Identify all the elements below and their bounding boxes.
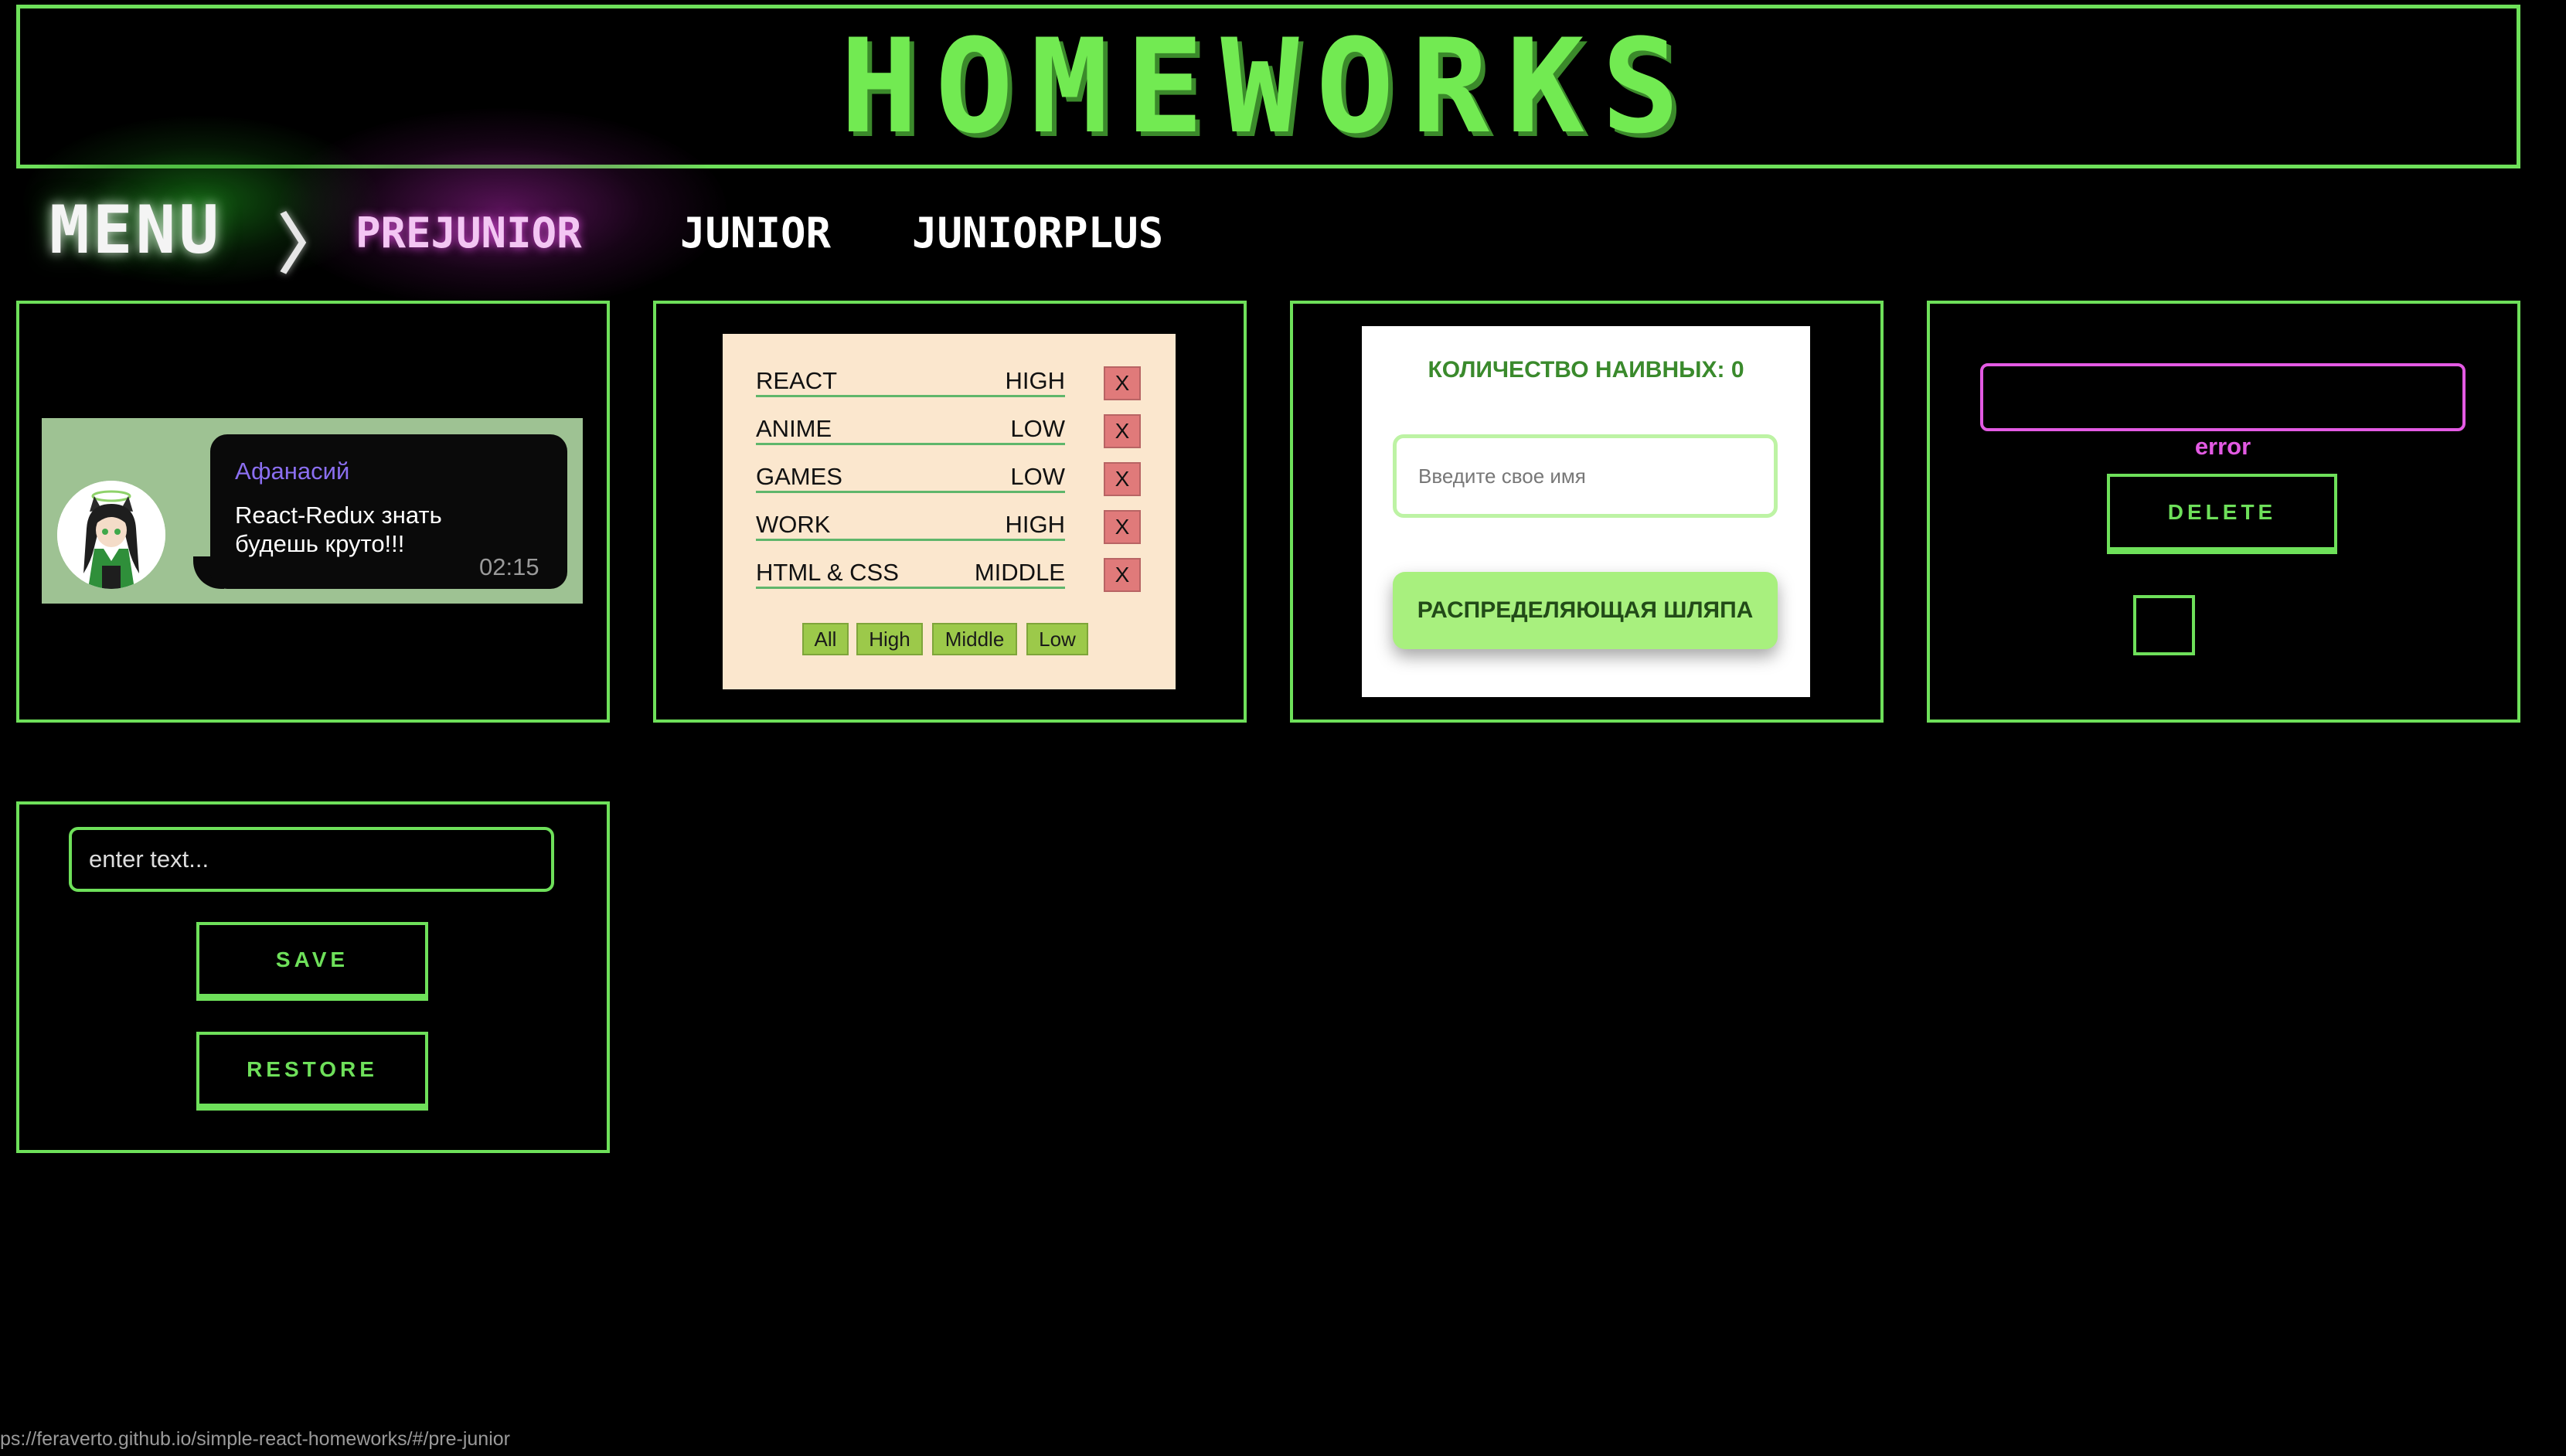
affair-delete-button[interactable]: X xyxy=(1104,510,1141,544)
filter-middle-button[interactable]: Middle xyxy=(932,623,1017,655)
affair-row: HTML & CSS MIDDLE xyxy=(756,558,1065,589)
nav-link-prejunior[interactable]: PREJUNIOR xyxy=(356,209,582,257)
filter-low-button[interactable]: Low xyxy=(1026,623,1088,655)
message-author-name: Афанасий xyxy=(235,458,350,485)
affair-delete-button[interactable]: X xyxy=(1104,414,1141,448)
chevron-right-icon: 〉 xyxy=(278,207,344,283)
error-message: error xyxy=(2194,433,2251,460)
affair-priority: MIDDLE xyxy=(974,559,1065,586)
error-input[interactable] xyxy=(1980,363,2466,431)
avatar xyxy=(57,481,165,589)
text-input[interactable] xyxy=(69,827,554,892)
affair-row: WORK HIGH xyxy=(756,510,1065,541)
affair-name: REACT xyxy=(756,367,838,394)
affair-name: WORK xyxy=(756,511,831,538)
filter-high-button[interactable]: High xyxy=(856,623,923,655)
affair-name: GAMES xyxy=(756,463,842,490)
naive-count-label: КОЛИЧЕСТВО НАИВНЫХ: 0 xyxy=(1428,357,1744,383)
affair-name: HTML & CSS xyxy=(756,559,899,586)
delete-button[interactable]: DELETE xyxy=(2107,474,2337,554)
affair-delete-button[interactable]: X xyxy=(1104,558,1141,592)
anime-girl-avatar-icon xyxy=(57,481,165,589)
affair-priority: HIGH xyxy=(1005,511,1066,538)
affair-priority: HIGH xyxy=(1005,367,1066,394)
affair-priority: LOW xyxy=(1010,415,1065,442)
status-bar-url: ps://feraverto.github.io/simple-react-ho… xyxy=(0,1428,510,1450)
message-text: React-Redux знать будешь круто!!! xyxy=(235,502,442,557)
menu-label[interactable]: MENU xyxy=(49,192,222,269)
nav-link-juniorplus[interactable]: JUNIORPLUS xyxy=(912,209,1163,257)
name-input[interactable] xyxy=(1393,434,1778,518)
affair-priority: LOW xyxy=(1010,463,1065,490)
affair-row: GAMES LOW xyxy=(756,462,1065,493)
filter-all-button[interactable]: All xyxy=(802,623,849,655)
checkbox[interactable] xyxy=(2133,595,2195,655)
message-time: 02:15 xyxy=(479,553,539,580)
sorting-hat-button[interactable]: РАСПРЕДЕЛЯЮЩАЯ ШЛЯПА xyxy=(1393,572,1778,649)
affair-name: ANIME xyxy=(756,415,832,442)
nav-link-junior[interactable]: JUNIOR xyxy=(680,209,831,257)
affair-delete-button[interactable]: X xyxy=(1104,366,1141,400)
save-button[interactable]: SAVE xyxy=(196,922,428,1001)
affair-row: REACT HIGH xyxy=(756,366,1065,397)
affair-row: ANIME LOW xyxy=(756,414,1065,445)
affair-delete-button[interactable]: X xyxy=(1104,462,1141,496)
restore-button[interactable]: RESTORE xyxy=(196,1032,428,1111)
